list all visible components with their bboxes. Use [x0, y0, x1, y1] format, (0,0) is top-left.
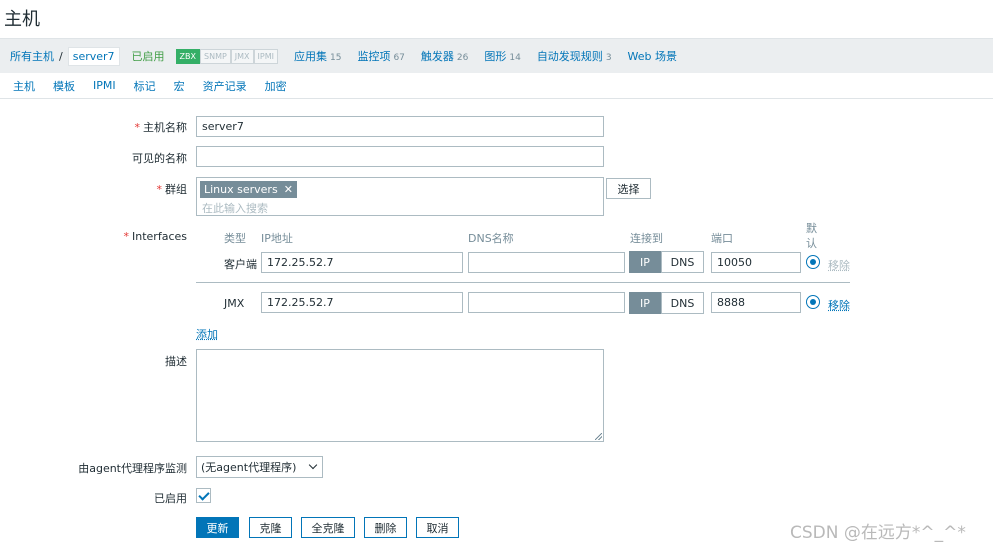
- visible-name-input[interactable]: [196, 146, 604, 167]
- form-tabs: 主机 模板 IPMI 标记 宏 资产记录 加密: [0, 73, 993, 99]
- interfaces-label-text: Interfaces: [132, 230, 187, 243]
- iface-agent-connect-toggle: IP DNS: [629, 251, 704, 273]
- groups-select-button[interactable]: 选择: [606, 178, 651, 199]
- iface-header-default: 默 认: [806, 222, 817, 250]
- iface-agent-default-radio[interactable]: [806, 255, 820, 269]
- breadcrumb-separator: /: [59, 49, 63, 63]
- tab-web-scenarios[interactable]: Web 场景: [628, 48, 677, 64]
- host-name-input[interactable]: server7: [196, 116, 604, 137]
- iface-agent-ip-input[interactable]: 172.25.52.7: [261, 252, 463, 273]
- breadcrumb-current-host[interactable]: server7: [67, 46, 120, 66]
- iface-divider: [196, 282, 850, 283]
- tab-triggers[interactable]: 触发器 26: [421, 48, 468, 64]
- iface-jmx-remove-link[interactable]: 移除: [828, 297, 850, 313]
- group-chip: Linux servers ✕: [200, 181, 297, 198]
- iface-jmx-default-radio[interactable]: [806, 295, 820, 309]
- page-title: 主机: [4, 9, 40, 30]
- iface-jmx-connect-ip[interactable]: IP: [629, 292, 661, 314]
- badge-ipmi: IPMI: [253, 48, 278, 64]
- tab-items-label: 监控项: [357, 50, 391, 63]
- form-tab-templates[interactable]: 模板: [53, 78, 75, 94]
- iface-type-jmx: JMX: [224, 297, 245, 310]
- iface-jmx-connect-dns[interactable]: DNS: [661, 292, 704, 314]
- iface-agent-port-input[interactable]: 10050: [711, 252, 801, 273]
- groups-label: * 群组: [0, 181, 188, 197]
- form-tab-tags[interactable]: 标记: [134, 78, 156, 94]
- badge-jmx: JMX: [230, 48, 254, 64]
- iface-agent-connect-dns[interactable]: DNS: [661, 251, 704, 273]
- tab-discovery-label: 自动发现规则: [536, 50, 603, 63]
- proxy-select-value: (无agent代理程序): [201, 461, 297, 474]
- tab-items[interactable]: 监控项 67: [357, 48, 404, 64]
- form-tab-macros[interactable]: 宏: [174, 78, 185, 94]
- description-label: 描述: [165, 355, 187, 368]
- enabled-checkbox[interactable]: [196, 488, 211, 503]
- tab-graphs-label: 图形: [484, 50, 507, 63]
- interfaces-label: * Interfaces: [0, 230, 187, 243]
- remove-chip-icon[interactable]: ✕: [284, 183, 293, 196]
- description-textarea[interactable]: [196, 349, 604, 442]
- iface-jmx-connect-toggle: IP DNS: [629, 292, 704, 314]
- form-tab-inventory[interactable]: 资产记录: [203, 78, 247, 94]
- groups-search-placeholder[interactable]: 在此输入搜索: [202, 200, 268, 216]
- resize-grip-icon[interactable]: [595, 433, 602, 440]
- proxy-label: 由agent代理程序监测: [78, 462, 187, 475]
- form-tab-ipmi[interactable]: IPMI: [93, 79, 116, 92]
- iface-jmx-dns-input[interactable]: [468, 292, 625, 313]
- host-status[interactable]: 已启用: [132, 48, 165, 64]
- required-mark: *: [123, 230, 130, 243]
- breadcrumb-all-hosts[interactable]: 所有主机: [10, 48, 54, 64]
- form-tab-host[interactable]: 主机: [13, 78, 35, 94]
- tab-graphs[interactable]: 图形 14: [484, 48, 520, 64]
- group-chip-label: Linux servers: [204, 183, 278, 196]
- tab-items-count: 67: [393, 53, 405, 63]
- badge-zbx: ZBX: [175, 48, 200, 64]
- form-tab-encryption[interactable]: 加密: [265, 78, 287, 94]
- watermark: CSDN @在远方*^_^*: [790, 523, 966, 543]
- delete-button[interactable]: 删除: [364, 517, 407, 538]
- iface-header-dns: DNS名称: [468, 232, 514, 245]
- iface-header-connect: 连接到: [630, 232, 663, 245]
- tab-discovery-rules[interactable]: 自动发现规则 3: [537, 48, 612, 64]
- breadcrumb: 所有主机 / server7 已启用 ZBX SNMP JMX IPMI 应用集…: [0, 38, 993, 73]
- host-name-label: * 主机名称: [0, 119, 188, 135]
- iface-header-ip: IP地址: [261, 232, 293, 245]
- chevron-down-icon: [308, 460, 318, 470]
- tab-web-label: Web 场景: [627, 50, 678, 63]
- update-button[interactable]: 更新: [196, 517, 239, 538]
- iface-header-type: 类型: [224, 232, 246, 245]
- iface-agent-dns-input[interactable]: [468, 252, 625, 273]
- tab-applications-label: 应用集: [294, 50, 327, 63]
- iface-header-port: 端口: [711, 232, 733, 245]
- badge-snmp: SNMP: [200, 48, 231, 64]
- iface-jmx-port-input[interactable]: 8888: [711, 292, 801, 313]
- visible-name-label: 可见的名称: [132, 152, 187, 165]
- proxy-select[interactable]: (无agent代理程序): [196, 456, 323, 478]
- cancel-button[interactable]: 取消: [416, 517, 459, 538]
- required-mark: *: [156, 183, 163, 196]
- tab-triggers-label: 触发器: [420, 50, 454, 63]
- iface-agent-connect-ip[interactable]: IP: [629, 251, 661, 273]
- groups-multiselect[interactable]: Linux servers ✕ 在此输入搜索: [196, 177, 604, 216]
- tab-applications-count: 15: [330, 53, 342, 63]
- clone-button[interactable]: 克隆: [249, 517, 292, 538]
- iface-add-link[interactable]: 添加: [196, 326, 218, 342]
- tab-triggers-count: 26: [456, 53, 469, 63]
- host-name-label-text: 主机名称: [143, 121, 187, 134]
- iface-type-agent: 客户端: [224, 258, 257, 271]
- full-clone-button[interactable]: 全克隆: [301, 517, 355, 538]
- iface-jmx-ip-input[interactable]: 172.25.52.7: [261, 292, 463, 313]
- enabled-label: 已启用: [154, 492, 187, 505]
- tab-graphs-count: 14: [509, 53, 521, 63]
- iface-agent-remove-link: 移除: [828, 259, 850, 272]
- availability-badges: ZBX SNMP JMX IPMI: [175, 48, 278, 64]
- groups-label-text: 群组: [165, 183, 187, 196]
- tab-applications[interactable]: 应用集 15: [294, 48, 341, 64]
- required-mark: *: [134, 121, 141, 134]
- tab-discovery-count: 3: [605, 53, 612, 63]
